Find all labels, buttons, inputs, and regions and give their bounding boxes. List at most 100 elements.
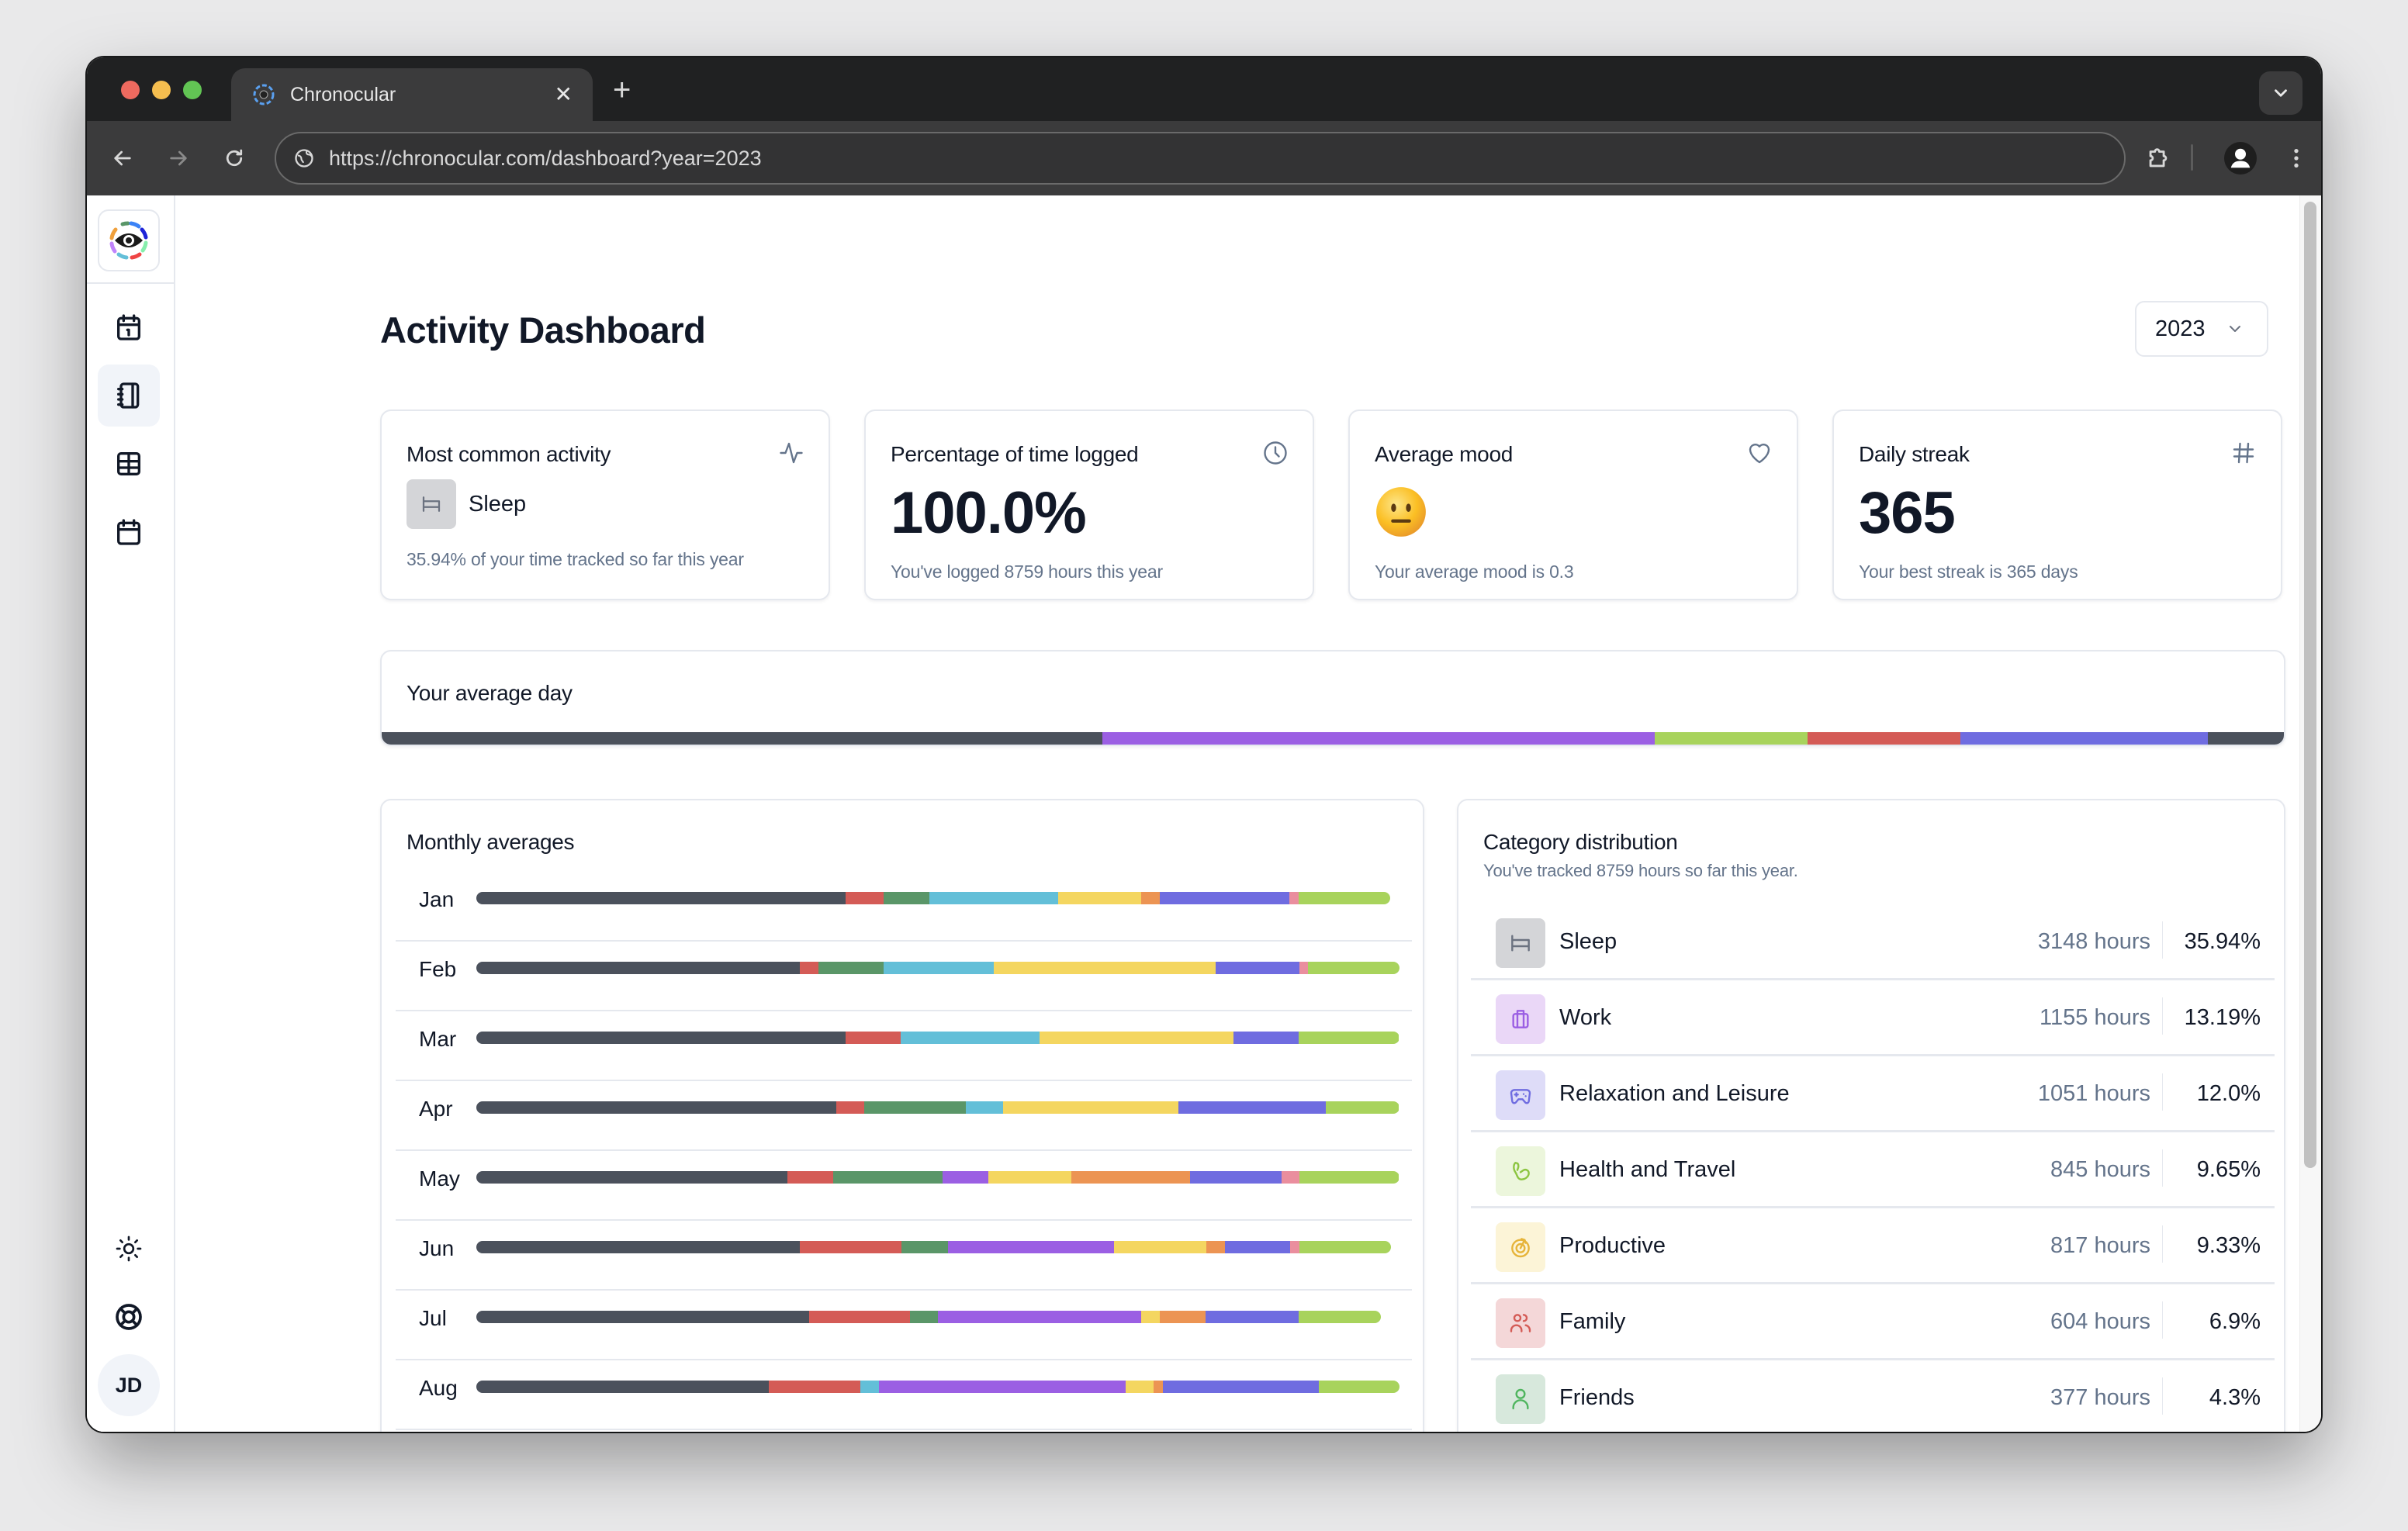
average-day-segment-sleep[interactable] xyxy=(2207,732,2284,745)
month-segment-school[interactable] xyxy=(860,1381,879,1393)
month-segment-sleep[interactable] xyxy=(476,1241,801,1253)
month-segment-work[interactable] xyxy=(938,1311,1141,1323)
month-segment-productive[interactable] xyxy=(1114,1241,1206,1253)
month-segment-sleep[interactable] xyxy=(476,1311,809,1323)
month-segment-family[interactable] xyxy=(800,1241,901,1253)
month-segment-school[interactable] xyxy=(883,962,995,974)
scrollbar-thumb[interactable] xyxy=(2304,202,2316,1168)
month-segment-family[interactable] xyxy=(787,1171,834,1184)
month-segment-relaxation[interactable] xyxy=(1159,892,1290,904)
month-segment-productive[interactable] xyxy=(1003,1101,1179,1114)
category-row-productive[interactable]: Productive 817 hours 9.33% xyxy=(1471,1208,2275,1284)
category-row-sleep[interactable]: Sleep 3148 hours 35.94% xyxy=(1471,904,2275,980)
month-segment-pink[interactable] xyxy=(1282,1171,1300,1184)
back-button[interactable] xyxy=(104,140,141,177)
month-segment-family[interactable] xyxy=(769,1381,860,1393)
category-row-work[interactable]: Work 1155 hours 13.19% xyxy=(1471,980,2275,1056)
sidebar-item-calendar[interactable] xyxy=(98,501,160,563)
sidebar-item-today[interactable] xyxy=(98,296,160,358)
month-segment-school[interactable] xyxy=(901,1032,1040,1044)
average-day-segment-family[interactable] xyxy=(1808,732,1961,745)
month-segment-health[interactable] xyxy=(1298,1311,1382,1323)
category-row-relaxation[interactable]: Relaxation and Leisure 1051 hours 12.0% xyxy=(1471,1056,2275,1132)
month-segment-productive[interactable] xyxy=(1058,892,1141,904)
close-window-button[interactable] xyxy=(121,81,140,99)
month-segment-sleep[interactable] xyxy=(476,1171,788,1184)
profile-button[interactable] xyxy=(2220,138,2261,178)
month-segment-relaxation[interactable] xyxy=(1178,1101,1326,1114)
month-segment-family[interactable] xyxy=(836,1101,864,1114)
month-segment-productive[interactable] xyxy=(1125,1381,1154,1393)
category-row-family[interactable]: Family 604 hours 6.9% xyxy=(1471,1284,2275,1360)
month-segment-sleep[interactable] xyxy=(476,1032,846,1044)
month-segment-health[interactable] xyxy=(1325,1101,1399,1114)
month-segment-productive[interactable] xyxy=(988,1171,1071,1184)
month-segment-productive[interactable] xyxy=(994,962,1216,974)
sidebar-item-journal[interactable] xyxy=(98,365,160,427)
average-day-segment-relaxation[interactable] xyxy=(1960,732,2208,745)
month-segment-health[interactable] xyxy=(1308,962,1399,974)
month-segment-sleep[interactable] xyxy=(476,892,846,904)
year-select[interactable]: 2023 xyxy=(2135,301,2268,357)
month-segment-health[interactable] xyxy=(1299,1241,1391,1253)
month-segment-family[interactable] xyxy=(808,1311,911,1323)
month-segment-family[interactable] xyxy=(846,892,884,904)
average-day-segment-work[interactable] xyxy=(1102,732,1656,745)
user-avatar[interactable]: JD xyxy=(98,1354,160,1416)
month-segment-school[interactable] xyxy=(929,892,1059,904)
average-day-segment-sleep[interactable] xyxy=(382,732,1103,745)
month-segment-school[interactable] xyxy=(966,1101,1004,1114)
sidebar-item-table[interactable] xyxy=(98,433,160,495)
month-segment-family[interactable] xyxy=(846,1032,901,1044)
month-segment-friends[interactable] xyxy=(910,1311,939,1323)
new-tab-button[interactable]: + xyxy=(613,74,631,105)
month-segment-relaxation[interactable] xyxy=(1233,1032,1299,1044)
month-segment-work[interactable] xyxy=(947,1241,1115,1253)
maximize-window-button[interactable] xyxy=(183,81,202,99)
month-segment-health[interactable] xyxy=(1299,1171,1399,1184)
month-segment-orange[interactable] xyxy=(1071,1171,1190,1184)
month-segment-sleep[interactable] xyxy=(476,1101,836,1114)
month-segment-health[interactable] xyxy=(1318,1381,1399,1393)
month-segment-friends[interactable] xyxy=(901,1241,948,1253)
month-segment-friends[interactable] xyxy=(883,892,929,904)
month-segment-relaxation[interactable] xyxy=(1189,1171,1282,1184)
month-segment-productive[interactable] xyxy=(1039,1032,1234,1044)
theme-toggle-button[interactable] xyxy=(98,1218,160,1280)
month-segment-sleep[interactable] xyxy=(476,1381,770,1393)
month-segment-orange[interactable] xyxy=(1140,892,1160,904)
tab-close-icon[interactable]: ✕ xyxy=(555,84,573,105)
month-segment-orange[interactable] xyxy=(1153,1381,1163,1393)
month-segment-orange[interactable] xyxy=(1206,1241,1226,1253)
month-segment-relaxation[interactable] xyxy=(1205,1311,1299,1323)
app-logo[interactable] xyxy=(98,209,160,271)
month-segment-work[interactable] xyxy=(878,1381,1126,1393)
month-segment-health[interactable] xyxy=(1299,1032,1399,1044)
month-segment-pink[interactable] xyxy=(1290,1241,1299,1253)
browser-tab[interactable]: Chronocular ✕ xyxy=(231,68,593,121)
month-segment-pink[interactable] xyxy=(1299,962,1309,974)
address-bar[interactable]: https://chronocular.com/dashboard?year=2… xyxy=(275,132,2126,185)
month-segment-friends[interactable] xyxy=(833,1171,943,1184)
month-segment-family[interactable] xyxy=(800,962,819,974)
browser-menu-button[interactable] xyxy=(2276,138,2316,178)
tab-search-button[interactable] xyxy=(2259,71,2302,115)
category-row-health[interactable]: Health and Travel 845 hours 9.65% xyxy=(1471,1132,2275,1208)
month-segment-work[interactable] xyxy=(943,1171,988,1184)
month-segment-sleep[interactable] xyxy=(476,962,801,974)
month-segment-productive[interactable] xyxy=(1140,1311,1160,1323)
month-segment-relaxation[interactable] xyxy=(1225,1241,1291,1253)
month-segment-relaxation[interactable] xyxy=(1162,1381,1319,1393)
month-segment-pink[interactable] xyxy=(1289,892,1299,904)
month-segment-friends[interactable] xyxy=(818,962,884,974)
help-button[interactable] xyxy=(98,1286,160,1348)
forward-button[interactable] xyxy=(160,140,197,177)
minimize-window-button[interactable] xyxy=(152,81,171,99)
category-row-friends[interactable]: Friends 377 hours 4.3% xyxy=(1471,1360,2275,1432)
month-segment-health[interactable] xyxy=(1299,892,1390,904)
average-day-segment-health[interactable] xyxy=(1655,732,1808,745)
month-segment-relaxation[interactable] xyxy=(1216,962,1299,974)
extensions-button[interactable] xyxy=(2138,138,2178,178)
month-segment-orange[interactable] xyxy=(1159,1311,1206,1323)
month-segment-friends[interactable] xyxy=(863,1101,967,1114)
